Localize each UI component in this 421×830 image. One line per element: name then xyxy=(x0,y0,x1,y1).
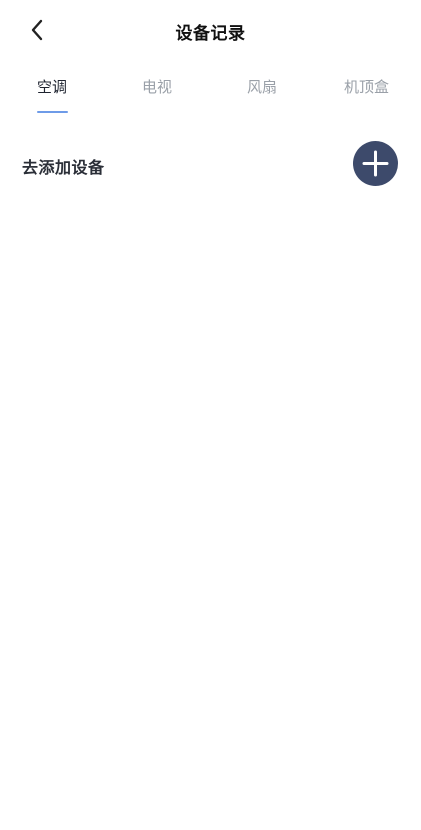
tab-set-top-box[interactable]: 机顶盒 xyxy=(344,76,389,97)
add-device-button[interactable] xyxy=(353,141,398,186)
page-title: 设备记录 xyxy=(175,24,246,44)
active-tab-indicator xyxy=(37,111,68,113)
header-bar: 设备记录 xyxy=(0,0,421,62)
device-list-area xyxy=(0,200,421,830)
plus-icon xyxy=(362,150,389,177)
category-tabs: 空调 电视 风扇 机顶盒 xyxy=(0,70,421,120)
add-device-row: 去添加设备 xyxy=(0,138,421,192)
tab-air-conditioner[interactable]: 空调 xyxy=(37,76,67,97)
tab-fan[interactable]: 风扇 xyxy=(247,76,277,97)
add-device-label: 去添加设备 xyxy=(22,158,105,177)
tab-tv[interactable]: 电视 xyxy=(142,76,172,97)
device-records-screen: 设备记录 空调 电视 风扇 机顶盒 去添加设备 xyxy=(0,0,421,830)
